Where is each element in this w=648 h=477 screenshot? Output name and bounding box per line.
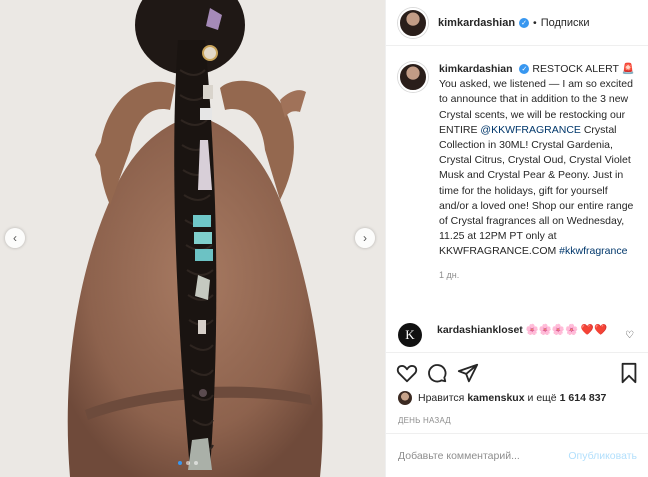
commenter-username[interactable]: kardashiankloset — [437, 324, 523, 336]
caption-username[interactable]: kimkardashian — [439, 63, 513, 75]
caption-hashtag-link[interactable]: #kkwfragrance — [559, 245, 627, 257]
caption: kimkardashian ✓ RESTOCK ALERT 🚨 You aske… — [386, 62, 648, 283]
caption-mention-link[interactable]: @KKWFRAGRANCE — [480, 124, 581, 136]
likes-prefix: Нравится — [418, 392, 465, 404]
chevron-right-icon: › — [363, 231, 367, 245]
verified-badge-icon: ✓ — [519, 17, 530, 28]
caption-timestamp[interactable]: 1 дн. — [439, 268, 637, 283]
heart-icon[interactable] — [396, 362, 418, 384]
author-avatar[interactable] — [398, 7, 428, 38]
post-photo[interactable]: ‹ › — [0, 0, 385, 477]
carousel-dot — [194, 461, 198, 465]
header-separator: • — [533, 16, 537, 29]
comment-body: 🌸🌸🌸🌸 ❤️❤️ — [525, 324, 608, 336]
post-details-panel: kimkardashian ✓ • Подписки kimkardashian… — [385, 0, 648, 477]
likes-middle: и ещё — [527, 392, 557, 404]
caption-emoji: 🚨 — [621, 63, 635, 75]
liker-avatar[interactable] — [398, 391, 412, 405]
photo-illustration — [0, 0, 385, 477]
carousel-indicator — [178, 461, 198, 465]
carousel-prev-button[interactable]: ‹ — [5, 228, 25, 248]
carousel-dot-active — [178, 461, 182, 465]
bookmark-icon[interactable] — [618, 362, 640, 384]
caption-body-2: Crystal Collection in 30ML! Crystal Gard… — [439, 123, 634, 258]
add-comment-bar: Опубликовать — [386, 433, 648, 477]
chevron-left-icon: ‹ — [13, 231, 17, 245]
action-bar — [386, 352, 648, 392]
publish-button[interactable]: Опубликовать — [568, 450, 637, 462]
verified-badge-icon: ✓ — [519, 64, 530, 75]
following-button[interactable]: Подписки — [541, 17, 590, 29]
author-username[interactable]: kimkardashian — [438, 17, 515, 29]
likes-summary: Нравится kamenskux и ещё 1 614 837 — [398, 391, 606, 405]
liker-username[interactable]: kamenskux — [467, 392, 524, 404]
comment-item: K kardashiankloset 🌸🌸🌸🌸 ❤️❤️ ♡ — [398, 323, 638, 347]
carousel-next-button[interactable]: › — [355, 228, 375, 248]
caption-author-avatar[interactable] — [398, 62, 428, 92]
paper-plane-icon[interactable] — [457, 362, 479, 384]
comment-text: kardashiankloset 🌸🌸🌸🌸 ❤️❤️ — [437, 323, 617, 347]
commenter-avatar[interactable]: K — [398, 323, 422, 347]
carousel-dot — [186, 461, 190, 465]
post-date[interactable]: ДЕНЬ НАЗАД — [398, 416, 451, 425]
comment-like-heart-icon[interactable]: ♡ — [625, 330, 634, 341]
caption-text: kimkardashian ✓ RESTOCK ALERT 🚨 You aske… — [439, 62, 637, 283]
comment-input[interactable] — [398, 449, 569, 462]
caption-lead: RESTOCK ALERT — [532, 63, 619, 75]
comment-icon[interactable] — [426, 362, 448, 384]
likes-count[interactable]: 1 614 837 — [560, 392, 607, 404]
post-header: kimkardashian ✓ • Подписки — [386, 0, 648, 46]
